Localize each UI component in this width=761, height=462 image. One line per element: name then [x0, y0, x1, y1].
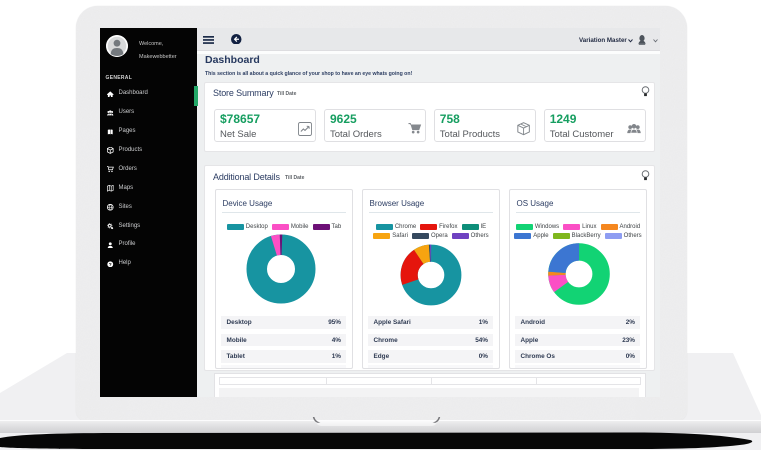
svg-text:?: ?: [109, 262, 112, 267]
